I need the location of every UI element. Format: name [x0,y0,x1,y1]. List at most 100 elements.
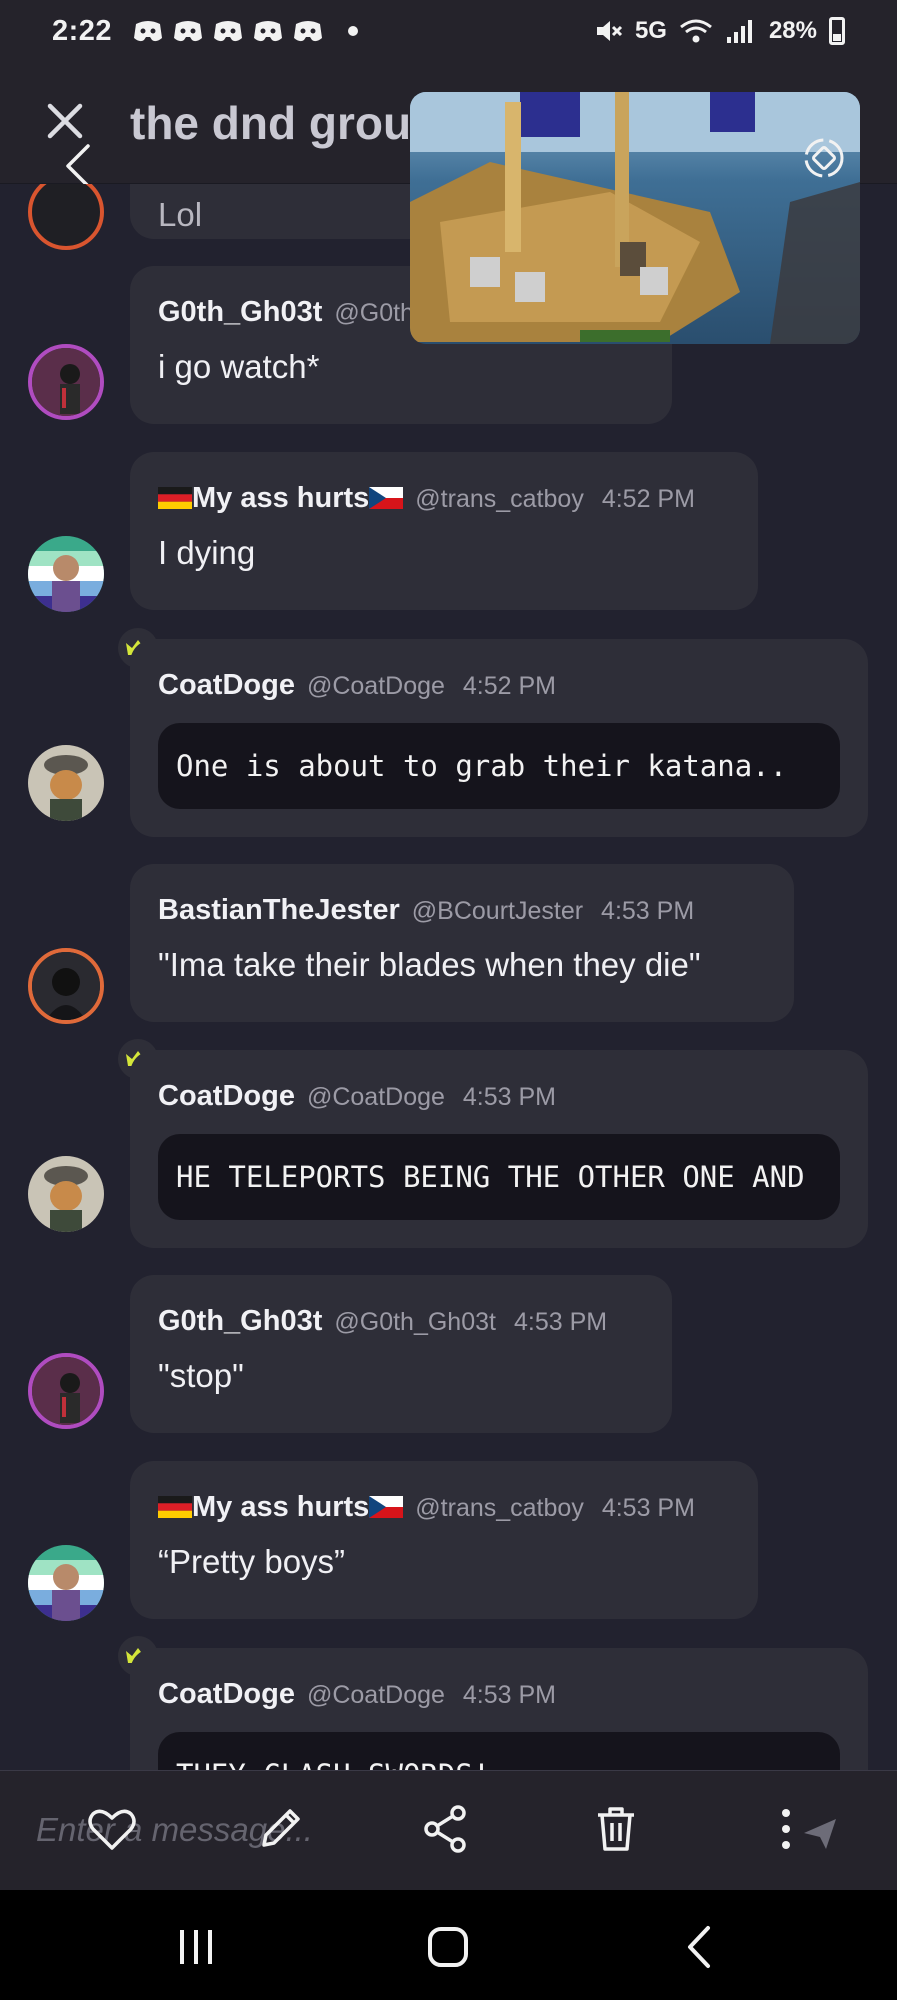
germany-flag-icon [158,487,192,509]
author-handle: @trans_catboy [415,485,584,513]
status-time: 2:22 [52,14,113,47]
author-handle: @CoatDoge [306,1083,445,1111]
author-name-text: My ass hurts [192,482,370,514]
germany-flag-icon [158,1496,192,1518]
author-name[interactable]: My ass hurts [158,1491,404,1524]
message-meta: BastianTheJester @BCourtJester 4:53 PM [158,894,694,927]
author-name[interactable]: CoatDoge [158,1080,295,1113]
avatar-doge [28,745,104,821]
message-bubble[interactable]: My ass hurts @trans_catboy 4:53 PM “Pret… [130,1461,758,1619]
message-text: I dying [158,534,256,571]
chat-list[interactable]: Lol G0th_Gh03t @G0th_Gh03t i go watch* M… [0,184,897,1770]
discord-notification-icon [294,21,323,42]
signal-icon [726,20,752,43]
message-time: 4:52 PM [462,672,557,700]
message-meta: My ass hurts @trans_catboy 4:53 PM [158,1491,695,1524]
status-right: 5G 28% [593,16,845,46]
chat-message: BastianTheJester @BCourtJester 4:53 PM "… [0,864,897,1024]
trash-icon[interactable] [588,1801,644,1857]
code-block: THEY CLASH SWORDS! [158,1732,840,1770]
heart-icon[interactable] [84,1801,140,1857]
close-icon[interactable] [42,98,88,144]
send-icon[interactable] [800,1813,840,1853]
message-text: “Pretty boys” [158,1543,346,1580]
message-meta: CoatDoge @CoatDoge 4:53 PM [158,1678,556,1711]
battery-icon [829,17,845,45]
czech-flag-icon [369,1496,404,1518]
message-time: 4:52 PM [601,485,695,513]
message-bubble[interactable]: My ass hurts @trans_catboy 4:52 PM I dyi… [130,452,758,610]
message-time: 4:53 PM [513,1308,608,1336]
message-text: Lol [158,196,203,233]
avatar[interactable] [28,344,104,420]
back-icon[interactable] [670,1920,730,1974]
wifi-icon [680,19,712,43]
chat-message: CoatDoge @CoatDoge 4:53 PM HE TELEPORTS … [0,1050,897,1250]
home-icon[interactable] [418,1920,478,1974]
chat-message: My ass hurts @trans_catboy 4:52 PM I dyi… [0,452,897,612]
message-bubble[interactable]: CoatDoge @CoatDoge 4:53 PM HE TELEPORTS … [130,1050,868,1248]
czech-flag-icon [369,487,404,509]
discord-notification-icon [254,21,283,42]
author-name[interactable]: BastianTheJester [158,894,400,927]
chat-message: CoatDoge @CoatDoge 4:52 PM One is about … [0,639,897,839]
system-nav-bar [0,1890,897,2000]
message-bubble[interactable]: G0th_Gh03t @G0th_Gh03t 4:53 PM "stop" [130,1275,672,1433]
chat-message: G0th_Gh03t @G0th_Gh03t 4:53 PM "stop" [0,1275,897,1435]
more-notifications-dot [348,26,359,36]
rotate-icon[interactable] [802,136,846,180]
avatar[interactable] [28,1545,104,1621]
avatar[interactable] [28,1156,104,1232]
minecraft-video-frame [410,92,860,344]
chat-message: CoatDoge @CoatDoge 4:53 PM THEY CLASH SW… [0,1648,897,1770]
message-bubble[interactable]: CoatDoge @CoatDoge 4:52 PM One is about … [130,639,868,837]
avatar[interactable] [28,184,104,250]
chat-message: My ass hurts @trans_catboy 4:53 PM “Pret… [0,1461,897,1621]
recent-apps-icon[interactable] [166,1920,226,1974]
code-block: HE TELEPORTS BEING THE OTHER ONE AND [158,1134,840,1220]
avatar[interactable] [28,745,104,821]
discord-notification-icon [134,21,163,42]
notification-icons [132,18,324,44]
video-pip[interactable] [410,92,860,344]
avatar-doge [28,1156,104,1232]
message-bubble[interactable]: BastianTheJester @BCourtJester 4:53 PM "… [130,864,794,1022]
avatar[interactable] [28,948,104,1024]
network-type: 5G [634,17,667,44]
discord-notification-icon [214,21,243,42]
pencil-icon[interactable] [252,1801,308,1857]
author-name[interactable]: G0th_Gh03t [158,296,322,329]
share-icon[interactable] [418,1801,474,1857]
author-handle: @trans_catboy [415,1494,584,1522]
message-time: 4:53 PM [601,1494,695,1522]
author-handle: @CoatDoge [306,672,445,700]
avatar-flag-portrait [28,1545,104,1621]
avatar-hooded [32,952,100,1020]
message-time: 4:53 PM [462,1681,557,1709]
author-name[interactable]: My ass hurts [158,482,404,515]
author-name[interactable]: G0th_Gh03t [158,1305,322,1338]
message-text: i go watch* [158,348,320,385]
status-bar: 2:22 5G 28% [0,0,897,62]
author-handle: @BCourtJester [411,897,584,925]
mute-icon [596,21,622,41]
page-title: the dnd group [130,97,440,149]
author-name[interactable]: CoatDoge [158,1678,295,1711]
message-input-bar: Enter a message... [0,1770,897,1890]
status-left: 2:22 [52,14,359,48]
message-bubble[interactable]: CoatDoge @CoatDoge 4:53 PM THEY CLASH SW… [130,1648,868,1770]
message-meta: CoatDoge @CoatDoge 4:53 PM [158,1080,556,1113]
avatar-figure [32,1357,100,1425]
message-time: 4:53 PM [601,897,695,925]
avatar[interactable] [28,1353,104,1429]
author-name-text: My ass hurts [192,1491,370,1523]
battery-percent: 28% [768,17,817,44]
back-arrow-icon[interactable] [62,142,92,190]
author-handle: @G0th_Gh03t [334,1308,496,1336]
message-meta: CoatDoge @CoatDoge 4:52 PM [158,669,556,702]
message-text: "Ima take their blades when they die" [158,946,701,983]
code-block: One is about to grab their katana.. [158,723,840,809]
author-name[interactable]: CoatDoge [158,669,295,702]
avatar-figure [32,348,100,416]
avatar[interactable] [28,536,104,612]
